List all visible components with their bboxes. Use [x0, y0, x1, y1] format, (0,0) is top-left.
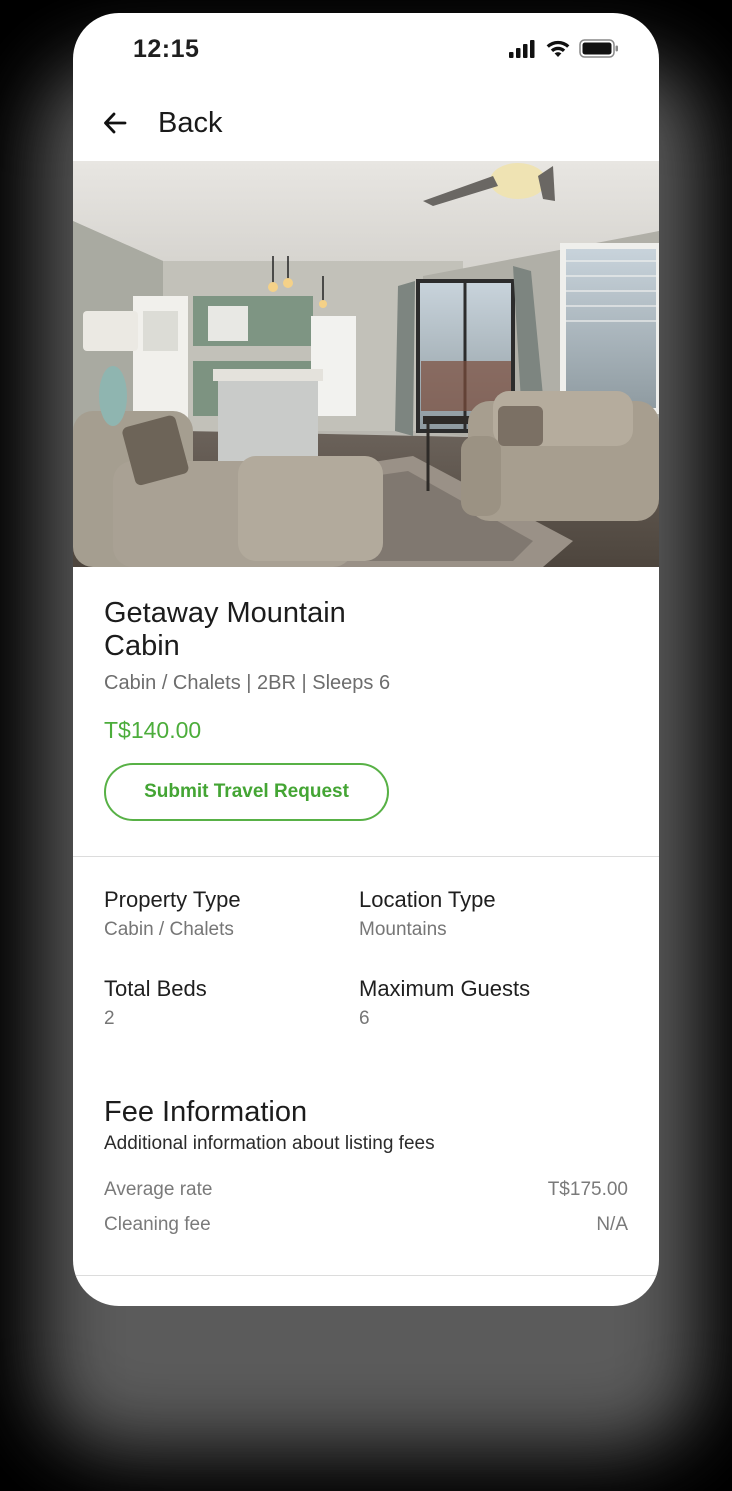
detail-location-type: Location Type Mountains	[359, 887, 609, 941]
fee-value: T$175.00	[547, 1179, 628, 1200]
back-label[interactable]: Back	[158, 107, 222, 140]
listing-price: T$140.00	[104, 717, 202, 743]
listing-subtitle: Cabin / Chalets | 2BR | Sleeps 6	[104, 672, 391, 694]
fee-information: Fee Information Additional information a…	[104, 1096, 628, 1236]
detail-label: Location Type	[359, 887, 496, 912]
app-header: Back	[73, 85, 659, 161]
fee-information-title: Fee Information	[104, 1096, 308, 1128]
detail-label: Property Type	[104, 887, 241, 912]
listing-summary: Getaway Mountain Cabin Cabin / Chalets |…	[104, 597, 634, 821]
back-button[interactable]: Back	[101, 107, 222, 140]
detail-value: 6	[359, 1008, 370, 1029]
detail-label: Total Beds	[104, 976, 207, 1001]
arrow-left-icon[interactable]	[101, 109, 129, 137]
fee-value: N/A	[596, 1214, 628, 1235]
detail-property-type: Property Type Cabin / Chalets	[104, 887, 354, 941]
detail-value: 2	[104, 1008, 115, 1029]
submit-travel-request-button[interactable]: Submit Travel Request	[104, 763, 389, 821]
living-room-photo	[73, 161, 659, 567]
fee-label: Cleaning fee	[104, 1214, 211, 1235]
fee-row-cleaning-fee: Cleaning fee N/A	[104, 1214, 628, 1236]
fee-row-average-rate: Average rate T$175.00	[104, 1179, 628, 1201]
detail-label: Maximum Guests	[359, 976, 531, 1001]
section-divider	[73, 1275, 659, 1276]
phone-screen: 12:15 Back Getaway Mountain Cabin Cabin …	[73, 13, 659, 1306]
detail-value: Cabin / Chalets	[104, 919, 234, 940]
battery-icon	[579, 39, 618, 58]
wifi-icon	[546, 40, 570, 57]
fee-label: Average rate	[104, 1179, 213, 1200]
detail-maximum-guests: Maximum Guests 6	[359, 976, 609, 1030]
listing-title: Getaway Mountain Cabin	[104, 597, 346, 662]
cellular-signal-icon	[509, 39, 535, 58]
listing-photo	[73, 161, 659, 567]
status-time: 12:15	[133, 35, 200, 63]
detail-value: Mountains	[359, 919, 447, 940]
status-bar: 12:15	[73, 13, 659, 85]
status-icons	[509, 39, 619, 58]
section-divider	[73, 856, 659, 857]
fee-information-subtitle: Additional information about listing fee…	[104, 1133, 435, 1154]
detail-total-beds: Total Beds 2	[104, 976, 354, 1030]
